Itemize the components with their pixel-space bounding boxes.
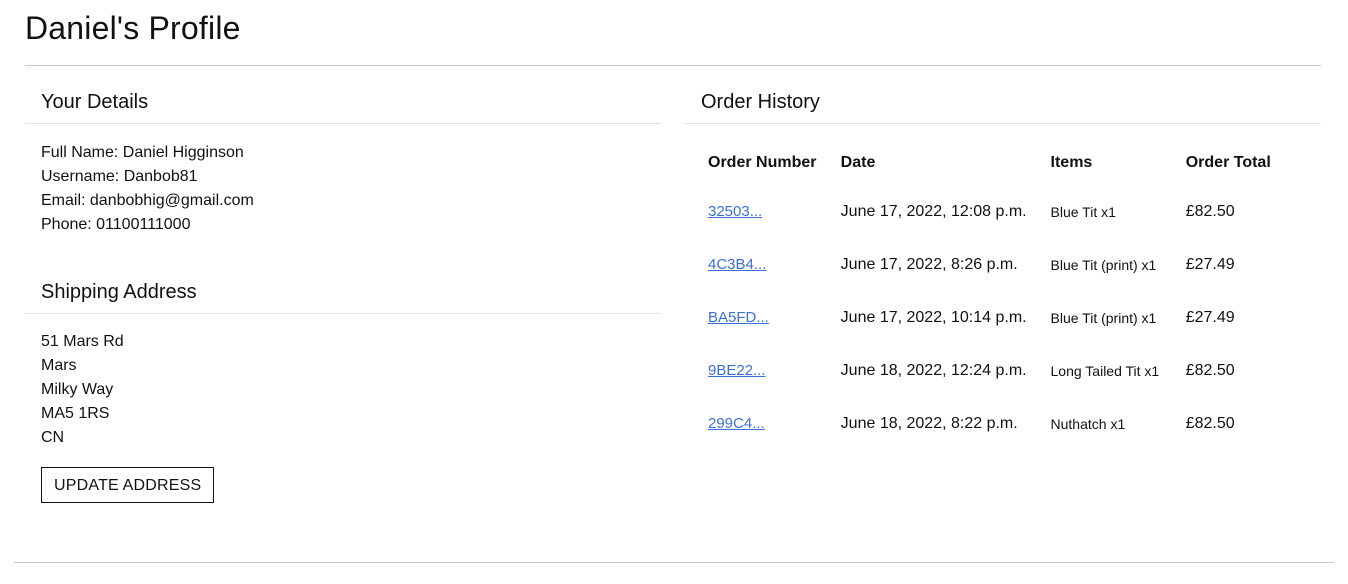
table-row: 9BE22... June 18, 2022, 12:24 p.m. Long … — [700, 344, 1300, 397]
column-header-order-total: Order Total — [1185, 154, 1271, 171]
details-list: Full Name: Daniel Higginson Username: Da… — [25, 124, 661, 237]
order-number-link[interactable]: 4C3B4... — [708, 256, 766, 273]
update-address-button[interactable]: UPDATE ADDRESS — [41, 467, 215, 503]
order-history-heading: Order History — [685, 86, 1321, 124]
table-header-row: Order Number Date Items Order Total — [700, 148, 1300, 185]
order-total-cell: £82.50 — [1185, 414, 1235, 432]
order-history-table: Order Number Date Items Order Total 3250… — [700, 148, 1300, 450]
full-name-text: Full Name: Daniel Higginson — [41, 144, 244, 161]
title-divider — [25, 65, 1321, 66]
order-number-cell: BA5FD... — [700, 291, 833, 344]
table-row: 4C3B4... June 17, 2022, 8:26 p.m. Blue T… — [700, 238, 1300, 291]
order-items-cell: Blue Tit (print) x1 — [1050, 256, 1157, 273]
order-items-cell: Blue Tit (print) x1 — [1050, 309, 1157, 326]
address-line-1: 51 Mars Rd — [41, 333, 124, 350]
shipping-address-section: Shipping Address 51 Mars Rd Mars Milky W… — [25, 276, 661, 503]
order-number-cell: 4C3B4... — [700, 238, 833, 291]
table-row: 299C4... June 18, 2022, 8:22 p.m. Nuthat… — [700, 397, 1300, 450]
column-header-order-number: Order Number — [708, 154, 817, 171]
order-items-cell: Blue Tit x1 — [1050, 203, 1116, 220]
username-text: Username: Danbob81 — [41, 168, 198, 185]
order-number-cell: 32503... — [700, 185, 833, 238]
column-header-items: Items — [1050, 154, 1093, 171]
email-text: Email: danbobhig@gmail.com — [41, 192, 254, 209]
order-total-cell: £27.49 — [1185, 308, 1235, 326]
order-history-section: Order History Order Number Date Items Or… — [685, 86, 1321, 450]
order-number-link[interactable]: 299C4... — [708, 415, 765, 432]
footer-divider — [14, 562, 1334, 563]
order-date-cell: June 17, 2022, 8:26 p.m. — [840, 255, 1018, 273]
address-line-2: Mars — [41, 357, 77, 374]
shipping-address-heading: Shipping Address — [25, 276, 661, 314]
table-row: 32503... June 17, 2022, 12:08 p.m. Blue … — [700, 185, 1300, 238]
order-total-cell: £82.50 — [1185, 361, 1235, 379]
your-details-section: Your Details Full Name: Daniel Higginson… — [25, 86, 661, 237]
address-line-3: Milky Way — [41, 381, 114, 398]
order-items-cell: Long Tailed Tit x1 — [1050, 362, 1160, 379]
order-date-cell: June 17, 2022, 10:14 p.m. — [840, 308, 1027, 326]
order-number-link[interactable]: 32503... — [708, 203, 762, 220]
order-number-cell: 9BE22... — [700, 344, 833, 397]
order-date-cell: June 18, 2022, 12:24 p.m. — [840, 361, 1027, 379]
address-postcode: MA5 1RS — [41, 405, 110, 422]
address-country: CN — [41, 429, 65, 446]
order-items-cell: Nuthatch x1 — [1050, 415, 1126, 432]
right-column: Order History Order Number Date Items Or… — [685, 86, 1321, 450]
order-number-link[interactable]: BA5FD... — [708, 309, 769, 326]
your-details-heading: Your Details — [25, 86, 661, 124]
order-total-cell: £82.50 — [1185, 202, 1235, 220]
left-column: Your Details Full Name: Daniel Higginson… — [25, 86, 661, 503]
page-title: Daniel's Profile — [25, 10, 241, 46]
column-header-date: Date — [840, 154, 876, 171]
order-date-cell: June 18, 2022, 8:22 p.m. — [840, 414, 1018, 432]
address-lines: 51 Mars Rd Mars Milky Way MA5 1RS CN — [25, 314, 661, 450]
order-total-cell: £27.49 — [1185, 255, 1235, 273]
order-number-cell: 299C4... — [700, 397, 833, 450]
phone-text: Phone: 01100111000 — [41, 216, 191, 233]
order-number-link[interactable]: 9BE22... — [708, 362, 766, 379]
order-date-cell: June 17, 2022, 12:08 p.m. — [840, 202, 1027, 220]
table-row: BA5FD... June 17, 2022, 10:14 p.m. Blue … — [700, 291, 1300, 344]
